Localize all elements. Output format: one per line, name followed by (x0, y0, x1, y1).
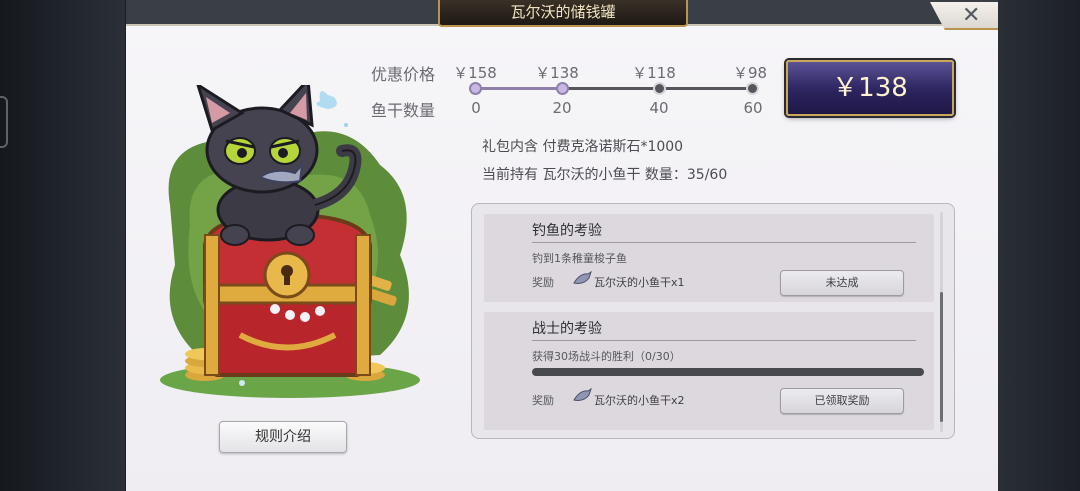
fish-icon (573, 271, 592, 284)
cat-treasure-chest-illustration (160, 85, 420, 398)
task-description: 获得30场战斗的胜利（0/30） (532, 350, 681, 363)
close-icon[interactable]: ✕ (962, 3, 980, 28)
task-card-warrior: 战士的考验 获得30场战斗的胜利（0/30） 奖励 瓦尔沃的小鱼干x2 已领取奖… (484, 312, 934, 430)
task-progress-bar (532, 368, 924, 376)
left-edge-handle[interactable] (0, 96, 8, 148)
task-divider (532, 340, 916, 341)
tier-dot-0 (469, 82, 482, 95)
tier-dot-1 (556, 82, 569, 95)
fish-tier-3: 60 (743, 99, 763, 117)
task-description: 钓到1条稚童梭子鱼 (532, 252, 627, 265)
price-tier-2: ￥118 (632, 64, 676, 82)
fish-tier-1: 20 (552, 99, 572, 117)
fish-count-label: 鱼干数量 (371, 101, 436, 120)
dialog-title: 瓦尔沃的储钱罐 (438, 0, 688, 27)
task-card-fishing: 钓鱼的考验 钓到1条稚童梭子鱼 奖励 瓦尔沃的小鱼干x1 未达成 (484, 214, 934, 302)
left-background-strip (0, 0, 125, 491)
price-label: 优惠价格 (371, 65, 436, 84)
task-claimed-button[interactable]: 已领取奖励 (780, 388, 904, 414)
right-background-strip (998, 0, 1080, 491)
rules-button[interactable]: 规则介绍 (219, 421, 347, 453)
price-tier-3: ￥98 (732, 64, 768, 82)
fish-tier-2: 40 (649, 99, 669, 117)
reward-text: 瓦尔沃的小鱼干x1 (594, 276, 685, 289)
task-status-button[interactable]: 未达成 (780, 270, 904, 296)
fish-icon (573, 388, 592, 401)
task-title: 战士的考验 (532, 321, 602, 337)
tier-dot-2 (653, 82, 666, 95)
holding-count-text: 当前持有 瓦尔沃的小鱼干 数量：35/60 (482, 167, 728, 183)
tier-dot-3 (746, 82, 759, 95)
reward-label: 奖励 (532, 394, 554, 407)
buy-button[interactable]: ￥138 (786, 60, 954, 116)
task-scrollbar-thumb[interactable] (940, 292, 943, 422)
task-list[interactable]: 钓鱼的考验 钓到1条稚童梭子鱼 奖励 瓦尔沃的小鱼干x1 未达成 战士的考验 获… (471, 203, 955, 439)
reward-label: 奖励 (532, 276, 554, 289)
fish-tier-0: 0 (471, 99, 481, 117)
reward-text: 瓦尔沃的小鱼干x2 (594, 394, 685, 407)
price-tier-1: ￥138 (535, 64, 579, 82)
price-tier-0: ￥158 (453, 64, 497, 82)
task-title: 钓鱼的考验 (532, 223, 602, 239)
tier-track-fill (475, 87, 563, 90)
package-contents-text: 礼包内含 付费克洛诺斯石*1000 (482, 139, 684, 155)
task-divider (532, 242, 916, 243)
